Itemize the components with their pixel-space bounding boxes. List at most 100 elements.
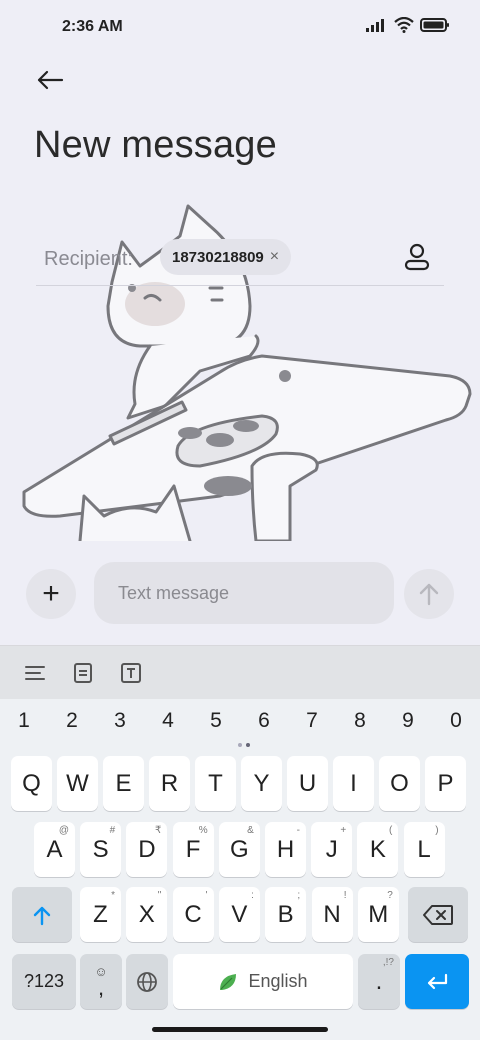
status-icons (366, 17, 450, 33)
key-n[interactable]: ! N (311, 887, 353, 942)
key-g[interactable]: & G (218, 822, 260, 877)
period-hint: ,!? (382, 957, 394, 968)
home-indicator[interactable] (152, 1027, 328, 1032)
globe-icon (137, 971, 157, 992)
key-hint: ! (343, 890, 347, 901)
key-w[interactable]: W (57, 756, 98, 811)
page-title: New message (34, 124, 277, 166)
key-x[interactable]: " X (126, 887, 168, 942)
emoji-comma-key[interactable]: ☺ , (80, 954, 122, 1009)
status-time: 2:36 AM (62, 18, 123, 35)
symbols-key[interactable]: ?123 (12, 954, 76, 1009)
key-label: E (115, 769, 132, 797)
page-indicator (236, 743, 252, 749)
number-key[interactable]: 0 (434, 709, 478, 733)
key-label: T (208, 769, 223, 797)
key-j[interactable]: + J (311, 822, 353, 877)
key-hint: ( (389, 825, 393, 836)
text-tool-icon[interactable] (116, 658, 146, 688)
key-b[interactable]: ; B (265, 887, 307, 942)
key-t[interactable]: T (195, 756, 236, 811)
key-label: W (66, 769, 89, 797)
key-y[interactable]: Y (241, 756, 282, 811)
signal-icon (366, 19, 384, 32)
period-key[interactable]: ,!? . (358, 954, 400, 1009)
language-key[interactable] (126, 954, 168, 1009)
key-f[interactable]: % F (172, 822, 214, 877)
recipient-chip[interactable]: 18730218809 × (160, 239, 292, 275)
key-k[interactable]: (K (357, 822, 399, 877)
key-hint: ; (297, 890, 301, 901)
key-hint: & (247, 825, 254, 836)
key-label: S (92, 835, 109, 863)
key-label: A (46, 835, 63, 863)
attach-button[interactable]: + (26, 569, 76, 619)
message-input[interactable] (94, 562, 394, 624)
shift-arrow-icon (33, 906, 51, 925)
key-hint: # (109, 825, 116, 836)
space-key[interactable]: English (173, 954, 353, 1009)
key-i[interactable]: I (333, 756, 374, 811)
key-c[interactable]: ' C (172, 887, 214, 942)
key-hint: : (251, 890, 254, 901)
shift-key[interactable] (12, 887, 72, 942)
recipient-number: 18730218809 (172, 248, 264, 266)
key-label: V (231, 900, 248, 928)
send-arrow-icon (419, 583, 439, 606)
menu-lines-icon[interactable] (20, 658, 50, 688)
key-s[interactable]: # S (80, 822, 122, 877)
key-o[interactable]: O (379, 756, 420, 811)
number-key[interactable]: 9 (386, 709, 430, 733)
keyboard-toolbar (0, 645, 480, 699)
key-label: C (184, 900, 202, 928)
status-bar: 2:36 AM (0, 0, 480, 56)
plus-icon: + (42, 577, 60, 610)
space-label: English (248, 971, 308, 991)
key-z[interactable]: * Z (80, 887, 121, 942)
number-key[interactable]: 6 (242, 709, 286, 733)
number-key[interactable]: 3 (98, 709, 142, 733)
number-key[interactable]: 5 (194, 709, 238, 733)
key-hint: @ (58, 825, 69, 836)
key-hint: % (198, 825, 208, 836)
key-label: B (277, 900, 294, 928)
contact-picker-button[interactable] (400, 240, 434, 274)
remove-recipient-icon[interactable]: × (270, 249, 279, 265)
wifi-icon (394, 17, 414, 33)
key-label: D (138, 835, 156, 863)
enter-key[interactable] (405, 954, 469, 1009)
key-e[interactable]: E (103, 756, 144, 811)
back-button[interactable] (28, 62, 72, 98)
key-d[interactable]: ₹ D (126, 822, 168, 877)
key-h[interactable]: -H (265, 822, 306, 877)
key-label: U (298, 769, 317, 797)
key-q[interactable]: Q (11, 756, 52, 811)
number-key[interactable]: 1 (2, 709, 46, 733)
key-label: G (229, 835, 249, 863)
clipboard-icon[interactable] (68, 658, 98, 688)
key-label: K (369, 835, 386, 863)
key-m[interactable]: ? M (357, 887, 399, 942)
period-label: . (375, 967, 383, 995)
back-arrow-icon (37, 70, 64, 90)
send-button[interactable] (404, 569, 454, 619)
key-hint: ₹ (155, 825, 162, 836)
key-r[interactable]: R (149, 756, 190, 811)
key-a[interactable]: @ A (34, 822, 75, 877)
key-label: J (325, 835, 338, 863)
key-v[interactable]: :V (218, 887, 260, 942)
key-p[interactable]: P (425, 756, 466, 811)
key-u[interactable]: U (287, 756, 328, 811)
key-l[interactable]: ) L (403, 822, 445, 877)
backspace-key[interactable] (408, 887, 468, 942)
number-key[interactable]: 4 (146, 709, 190, 733)
key-label: F (185, 835, 201, 863)
number-key[interactable]: 2 (50, 709, 94, 733)
keyboard: 1234567890 QWERTYUIOP @ A # S ₹ D% F & G - H + J(K) L… (0, 699, 480, 1040)
number-key[interactable]: 7 (290, 709, 334, 733)
key-label: P (437, 769, 454, 797)
key-hint: " (157, 890, 162, 901)
key-label: M (368, 900, 389, 928)
number-key[interactable]: 8 (338, 709, 382, 733)
recipient-row: Recipient: 18730218809 × (36, 232, 444, 286)
